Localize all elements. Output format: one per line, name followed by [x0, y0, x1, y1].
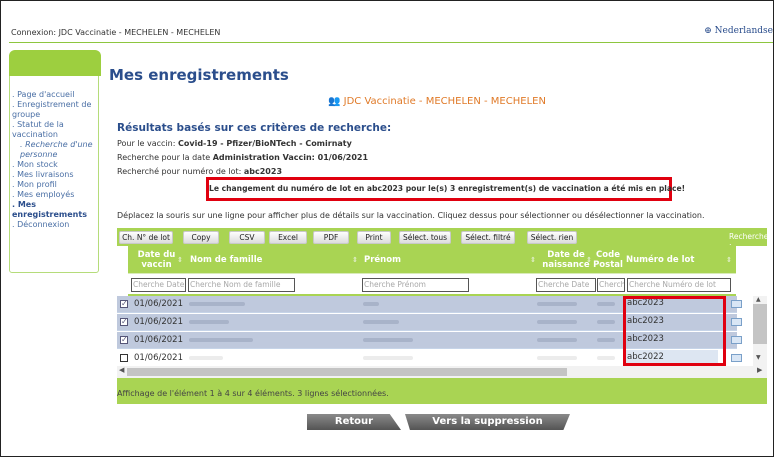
nav-item-home[interactable]: . Page d'accueil	[10, 90, 100, 100]
copy-button[interactable]: Copy	[183, 231, 219, 244]
criteria-vaccine: Pour le vaccin: Covid-19 - Pfizer/BioNTe…	[117, 139, 352, 148]
scroll-left-icon[interactable]: ◀	[119, 366, 124, 374]
cell-first-name-redacted	[363, 356, 413, 360]
cell-last-name-redacted	[189, 320, 229, 324]
row-checkbox[interactable]	[120, 354, 128, 362]
cell-postal-redacted	[597, 338, 615, 342]
language-switch[interactable]: ⊕ Nederlandse	[704, 26, 773, 36]
scroll-right-icon[interactable]: ▶	[757, 366, 762, 374]
center-name: JDC Vaccinatie - MECHELEN - MECHELEN	[343, 96, 546, 107]
vertical-scroll-thumb[interactable]	[753, 304, 767, 344]
nav-item-group-registration[interactable]: . Enregistrement de groupe	[10, 100, 100, 120]
select-none-button[interactable]: Sélect. rien	[527, 231, 577, 244]
to-deletion-button[interactable]: Vers la suppression	[405, 414, 570, 430]
row-checkbox[interactable]: ✓	[120, 318, 128, 326]
nav-item-search-person[interactable]: . Recherche d'une personne	[10, 140, 100, 160]
sidebar: . Page d'accueil . Enregistrement de gro…	[9, 50, 101, 273]
cell-birth-redacted	[537, 320, 577, 324]
table-info: Affichage de l'élément 1 à 4 sur 4 éléme…	[117, 387, 767, 404]
cell-last-name-redacted	[189, 302, 245, 306]
select-all-button[interactable]: Sélect. tous	[399, 231, 451, 244]
filter-birth-input[interactable]: Cherche Date	[536, 278, 596, 292]
details-icon[interactable]	[731, 300, 742, 308]
cell-last-name-redacted	[189, 338, 253, 342]
col-header-date[interactable]: Date du vaccin ⇕	[128, 246, 185, 274]
people-icon: 👥	[328, 96, 341, 107]
scroll-up-icon[interactable]: ▲	[756, 296, 761, 303]
cell-last-name-redacted	[189, 356, 223, 360]
col-header-birth[interactable]: Date de naissance ⇕	[538, 246, 594, 274]
cell-first-name-redacted	[363, 338, 413, 342]
print-button[interactable]: Print	[357, 231, 391, 244]
details-icon[interactable]	[731, 354, 742, 362]
filter-postal-input[interactable]: Cherche	[597, 278, 625, 292]
header-divider	[9, 42, 773, 43]
table-hint: Déplacez la souris sur une ligne pour af…	[117, 211, 705, 220]
col-header-last-name[interactable]: Nom de famille ⇕	[188, 246, 360, 274]
center-banner: 👥 JDC Vaccinatie - MECHELEN - MECHELEN	[328, 96, 546, 107]
pdf-button[interactable]: PDF	[313, 231, 349, 244]
row-checkbox[interactable]: ✓	[120, 336, 128, 344]
table-footer-bar	[117, 378, 767, 387]
cell-first-name-redacted	[363, 302, 379, 306]
cell-first-name-redacted	[363, 320, 399, 324]
filter-date-input[interactable]: Cherche Date	[131, 278, 186, 292]
cell-date: 01/06/2021	[134, 317, 183, 327]
language-label: Nederlandse	[714, 26, 773, 36]
table-header: Date du vaccin ⇕ Nom de famille ⇕ Prénom ⇕ …	[128, 246, 736, 274]
details-icon[interactable]	[731, 318, 742, 326]
cell-birth-redacted	[537, 338, 577, 342]
connection-info: Connexion: JDC Vaccinatie - MECHELEN - M…	[11, 28, 221, 37]
col-header-first-name[interactable]: Prénom ⇕	[362, 246, 538, 274]
select-filtered-button[interactable]: Sélect. filtré	[461, 231, 515, 244]
horizontal-scrollbar[interactable]: ◀ ▶	[117, 366, 767, 378]
nav-item-logout[interactable]: . Déconnexion	[10, 220, 100, 230]
filter-first-name-input[interactable]: Cherche Prénom	[362, 278, 469, 292]
vertical-scrollbar[interactable]: ▲ ▼	[753, 296, 767, 366]
cell-postal-redacted	[597, 302, 615, 306]
lot-highlight-box	[623, 296, 726, 366]
cell-birth-redacted	[537, 356, 577, 360]
nav-menu: . Page d'accueil . Enregistrement de gro…	[10, 90, 100, 230]
table-toolbar: Ch. N° de lot Copy CSV Excel PDF Print S…	[117, 228, 771, 250]
col-header-lot[interactable]: Numéro de lot ⇕	[624, 246, 734, 274]
cell-date: 01/06/2021	[134, 299, 183, 309]
back-button[interactable]: Retour	[307, 414, 401, 430]
nav-item-my-deliveries[interactable]: . Mes livraisons	[10, 170, 100, 180]
details-icon[interactable]	[731, 336, 742, 344]
results-title: Résultats basés sur ces critères de rech…	[117, 122, 392, 134]
top-bar	[1, 1, 773, 23]
csv-button[interactable]: CSV	[229, 231, 265, 244]
nav-item-vaccination-status[interactable]: . Statut de la vaccination	[10, 120, 100, 140]
change-lot-button[interactable]: Ch. N° de lot	[119, 231, 173, 244]
nav-item-my-profile[interactable]: . Mon profil	[10, 180, 100, 190]
excel-button[interactable]: Excel	[269, 231, 307, 244]
cell-date: 01/06/2021	[134, 353, 183, 363]
globe-icon: ⊕	[704, 26, 712, 36]
cell-postal-redacted	[597, 320, 615, 324]
page-title: Mes enregistrements	[109, 66, 289, 84]
scroll-down-icon[interactable]: ▼	[756, 354, 761, 361]
nav-item-my-registrations[interactable]: . Mes enregistrements	[10, 200, 100, 220]
success-alert: Le changement du numéro de lot en abc202…	[206, 177, 685, 201]
cell-postal-redacted	[597, 356, 615, 360]
row-checkbox[interactable]: ✓	[120, 300, 128, 308]
col-header-postal[interactable]: Code Postal	[593, 246, 623, 274]
filter-lot-input[interactable]: Cherche Numéro de lot	[627, 278, 731, 292]
sidebar-header	[9, 50, 101, 76]
horizontal-scroll-thumb[interactable]	[127, 368, 567, 376]
cell-date: 01/06/2021	[134, 335, 183, 345]
criteria-date: Recherche pour la date Administration Va…	[117, 153, 369, 162]
filter-row: Cherche Date Cherche Nom de famille Cher…	[128, 274, 736, 296]
nav-item-my-employees[interactable]: . Mes employés	[10, 190, 100, 200]
filter-last-name-input[interactable]: Cherche Nom de famille	[188, 278, 295, 292]
cell-birth-redacted	[537, 302, 577, 306]
application-window: Connexion: JDC Vaccinatie - MECHELEN - M…	[0, 0, 774, 457]
criteria-lot: Recherché pour numéro de lot: abc2023	[117, 167, 283, 176]
nav-item-my-stock[interactable]: . Mon stock	[10, 160, 100, 170]
